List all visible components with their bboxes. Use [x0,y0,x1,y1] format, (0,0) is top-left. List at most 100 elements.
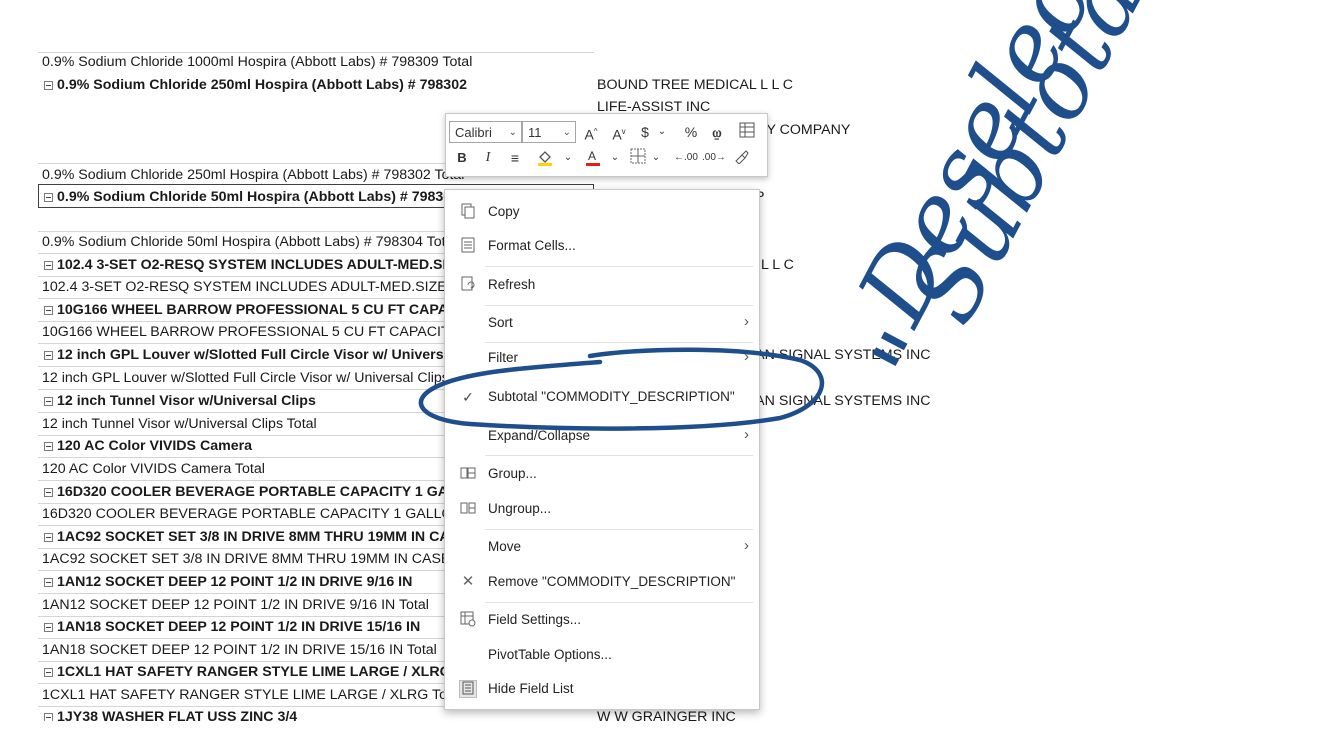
context-menu: Copy Format Cells... Refresh Sort › Filt… [444,189,760,710]
pivot-row-label[interactable]: 12 inch Tunnel Visor w/Universal Clips T… [42,413,462,435]
menu-item-move[interactable]: Move › [445,532,759,564]
collapse-toggle[interactable] [44,487,53,497]
copy-icon [459,203,477,221]
menu-item-label: Format Cells... [488,238,576,253]
font-color-icon[interactable]: A [582,148,604,168]
format-cells-icon [459,237,477,255]
menu-separator [485,602,753,603]
collapse-toggle[interactable] [44,441,53,451]
pivot-row-header[interactable]: 1JY38 WASHER FLAT USS ZINC 3/4 [42,706,462,721]
collapse-toggle[interactable] [44,350,53,360]
bold-icon[interactable]: B [454,148,470,168]
pivot-row-header[interactable]: 102.4 3-SET O2-RESQ SYSTEM INCLUDES ADUL… [42,254,462,276]
pivot-row-label[interactable]: 10G166 WHEEL BARROW PROFESSIONAL 5 CU FT… [42,321,462,343]
pivot-row-header[interactable]: 12 inch Tunnel Visor w/Universal Clips [42,390,462,412]
pivot-row-header-label: 12 inch GPL Louver w/Slotted Full Circle… [57,347,462,363]
menu-separator [485,266,753,267]
chevron-down-icon[interactable]: ⌄ [656,122,668,142]
menu-item-filter[interactable]: Filter › [445,343,759,375]
menu-item-subtotal[interactable]: ✓ Subtotal "COMMODITY_DESCRIPTION" [445,382,759,414]
align-center-icon[interactable]: ≡ [506,148,524,168]
pivot-row-header-label: 0.9% Sodium Chloride 250ml Hospira (Abbo… [57,77,467,93]
menu-item-label: Copy [488,204,520,219]
format-table-icon[interactable] [736,122,758,142]
collapse-toggle[interactable] [44,622,53,632]
pivot-row-label[interactable]: 12 inch GPL Louver w/Slotted Full Circle… [42,367,462,389]
menu-item-remove[interactable]: ✕ Remove "COMMODITY_DESCRIPTION" [445,567,759,599]
pivot-row-header[interactable]: 0.9% Sodium Chloride 250ml Hospira (Abbo… [42,74,602,96]
collapse-toggle[interactable] [44,667,53,677]
pivot-row-label[interactable]: 0.9% Sodium Chloride 50ml Hospira (Abbot… [42,231,462,253]
menu-item-hide-field-list[interactable]: Hide Field List [445,674,759,706]
menu-item-group[interactable]: Group... [445,459,759,491]
decrease-font-size-icon[interactable]: Av [608,122,630,143]
pivot-row-label[interactable]: 102.4 3-SET O2-RESQ SYSTEM INCLUDES ADUL… [42,276,462,298]
chevron-down-icon[interactable]: ⌄ [650,148,662,168]
close-icon: ✕ [461,573,475,590]
font-name-combo[interactable]: Calibri ⌄ [449,121,522,143]
italic-icon[interactable]: I [480,148,496,168]
checkmark-icon: ✓ [462,389,474,405]
decrease-decimal-icon[interactable]: .00→ [702,148,726,168]
pivot-row-label[interactable]: 1CXL1 HAT SAFETY RANGER STYLE LIME LARGE… [42,684,462,706]
menu-item-ungroup[interactable]: Ungroup... [445,494,759,526]
menu-item-format-cells[interactable]: Format Cells... [445,231,759,263]
pivot-row-header[interactable]: 1AN18 SOCKET DEEP 12 POINT 1/2 IN DRIVE … [42,616,462,638]
pivot-row-header[interactable]: 16D320 COOLER BEVERAGE PORTABLE CAPACITY… [42,481,462,503]
pivot-row-header-label: 10G166 WHEEL BARROW PROFESSIONAL 5 CU FT… [57,302,462,318]
collapse-toggle[interactable] [44,577,53,587]
pivot-row-label[interactable]: 1AC92 SOCKET SET 3/8 IN DRIVE 8MM THRU 1… [42,548,462,570]
format-painter-icon[interactable] [731,148,751,168]
chevron-right-icon: › [744,426,749,443]
borders-icon[interactable] [628,148,648,168]
menu-item-sort[interactable]: Sort › [445,308,759,340]
pivot-row-label[interactable]: 1AN12 SOCKET DEEP 12 POINT 1/2 IN DRIVE … [42,594,462,616]
collapse-toggle[interactable] [44,80,53,90]
collapse-toggle[interactable] [44,532,53,542]
pivot-row-label[interactable]: 0.9% Sodium Chloride 1000ml Hospira (Abb… [42,51,602,73]
refresh-icon [459,276,477,294]
vendor-cell[interactable]: L L C [761,254,794,276]
increase-decimal-icon[interactable]: ←.00 [674,148,698,168]
pivot-row-header[interactable]: 12 inch GPL Louver w/Slotted Full Circle… [42,344,462,366]
pivot-row-header-label: 120 AC Color VIVIDS Camera [57,438,253,454]
font-name-value: Calibri [455,125,492,140]
pivot-row-label[interactable]: 1AN18 SOCKET DEEP 12 POINT 1/2 IN DRIVE … [42,639,462,661]
menu-item-label: Group... [488,466,537,481]
chevron-right-icon: › [744,313,749,330]
collapse-toggle[interactable] [44,260,53,270]
field-settings-icon [459,611,477,629]
pivot-row-header[interactable]: 1CXL1 HAT SAFETY RANGER STYLE LIME LARGE… [42,661,462,683]
menu-item-label: Filter [488,350,518,365]
pivot-row-header-label: 1AC92 SOCKET SET 3/8 IN DRIVE 8MM THRU 1… [57,529,462,545]
menu-item-label: Remove "COMMODITY_DESCRIPTION" [488,574,736,589]
menu-item-copy[interactable]: Copy [445,197,759,229]
collapse-toggle[interactable] [44,396,53,406]
field-list-icon [459,680,477,698]
chevron-down-icon[interactable]: ⌄ [609,148,621,168]
chevron-right-icon: › [744,348,749,365]
collapse-toggle[interactable] [44,305,53,315]
chevron-down-icon[interactable]: ⌄ [562,148,574,168]
pivot-row-header[interactable]: 1AN12 SOCKET DEEP 12 POINT 1/2 IN DRIVE … [42,571,462,593]
font-size-combo[interactable]: 11 ⌄ [522,121,576,143]
percent-style-icon[interactable]: % [681,122,701,142]
pivot-row-header-label: 16D320 COOLER BEVERAGE PORTABLE CAPACITY… [57,484,462,500]
menu-item-field-settings[interactable]: Field Settings... [445,605,759,637]
fill-color-icon[interactable] [534,148,556,168]
pivot-row-header[interactable]: 1AC92 SOCKET SET 3/8 IN DRIVE 8MM THRU 1… [42,526,462,548]
currency-format-icon[interactable]: $ [636,122,654,142]
pivot-row-label[interactable]: 120 AC Color VIVIDS Camera Total [42,458,462,480]
pivot-row-header[interactable]: 120 AC Color VIVIDS Camera [42,435,462,457]
pivot-row-header[interactable]: 10G166 WHEEL BARROW PROFESSIONAL 5 CU FT… [42,299,462,321]
vendor-cell[interactable]: BOUND TREE MEDICAL L L C [597,74,793,96]
increase-font-size-icon[interactable]: A^ [580,122,602,143]
menu-item-expand-collapse[interactable]: Expand/Collapse › [445,421,759,453]
pivot-row-label[interactable]: 16D320 COOLER BEVERAGE PORTABLE CAPACITY… [42,503,462,525]
chevron-right-icon: › [744,537,749,554]
menu-item-pivottable-options[interactable]: PivotTable Options... [445,640,759,672]
comma-style-icon[interactable]: ⍹ [708,122,726,142]
menu-item-refresh[interactable]: Refresh [445,270,759,302]
collapse-toggle[interactable] [44,712,53,721]
menu-item-label: Sort [488,315,513,330]
